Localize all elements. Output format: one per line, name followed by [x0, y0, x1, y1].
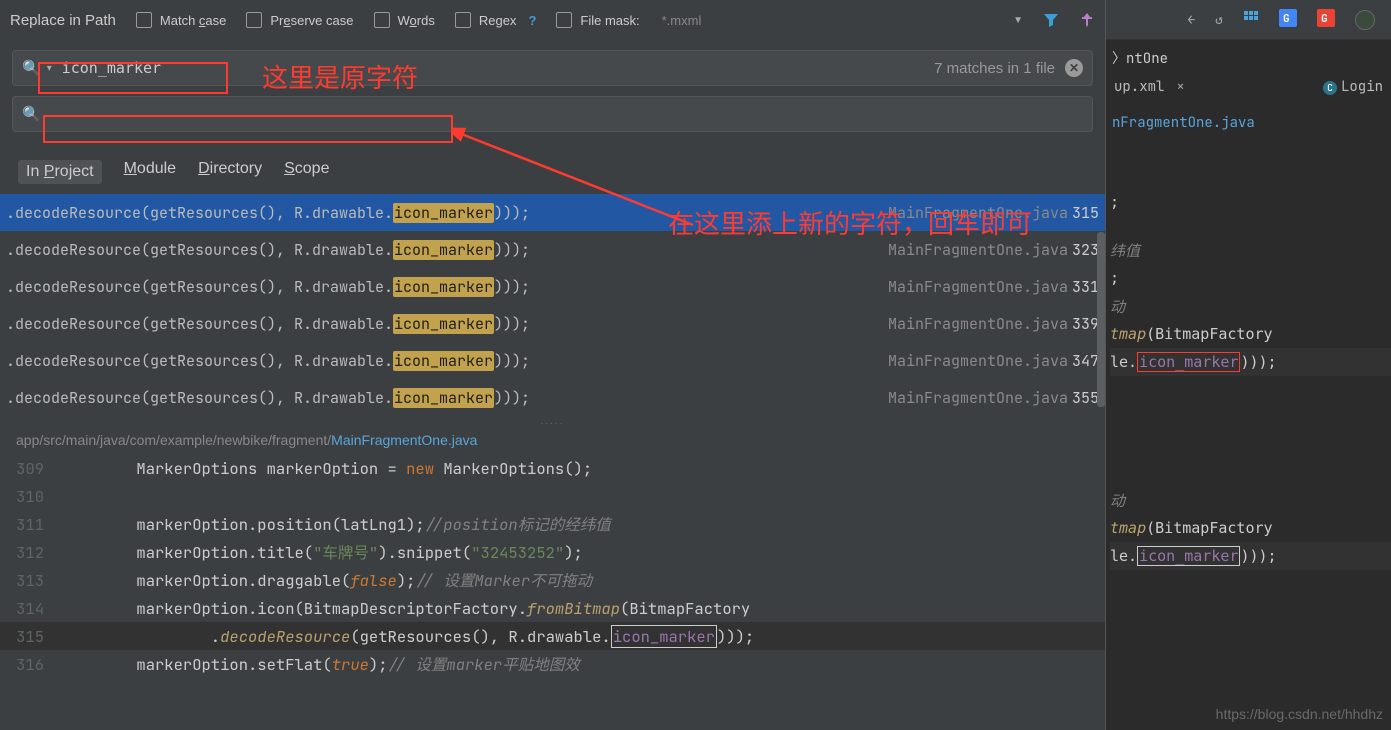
replace-dialog: Replace in Path Match case Preserve case… [0, 0, 1105, 730]
match-count: 7 matches in 1 file [934, 60, 1055, 77]
result-row[interactable]: .decodeResource(getResources(), R.drawab… [0, 194, 1105, 231]
result-row[interactable]: .decodeResource(getResources(), R.drawab… [0, 379, 1105, 416]
watermark: https://blog.csdn.net/hhdhz [1216, 706, 1383, 722]
history-icon[interactable]: ↺ [1215, 11, 1223, 28]
editor-tabs: up.xml × CLogin [1106, 72, 1391, 108]
svg-text:G: G [1283, 12, 1290, 26]
dialog-header: Replace in Path Match case Preserve case… [0, 0, 1105, 40]
result-row[interactable]: .decodeResource(getResources(), R.drawab… [0, 268, 1105, 305]
search-history-dropdown-icon[interactable]: ▾ [47, 63, 52, 74]
pin-icon[interactable] [1079, 12, 1095, 28]
file-mask-value[interactable]: *.mxml [662, 13, 702, 28]
regex-checkbox[interactable]: Regex [455, 12, 517, 28]
result-row[interactable]: .decodeResource(getResources(), R.drawab… [0, 231, 1105, 268]
scope-directory[interactable]: Directory [198, 160, 262, 184]
preview-editor[interactable]: 309 MarkerOptions markerOption = new Mar… [0, 454, 1105, 678]
result-row[interactable]: .decodeResource(getResources(), R.drawab… [0, 342, 1105, 379]
svg-text:G: G [1321, 12, 1328, 26]
background-editor: ← ↺ G G 〉ntOne up.xml × CLogin nFragment… [1105, 0, 1391, 730]
search-field-row: 🔍 ▾ 7 matches in 1 file ✕ [12, 50, 1093, 86]
close-tab-icon[interactable]: × [1176, 78, 1184, 96]
translate-icon-1[interactable]: G [1279, 9, 1297, 31]
back-icon[interactable]: ← [1187, 11, 1195, 28]
results-scrollbar[interactable] [1097, 232, 1105, 407]
replace-field-row: 🔍 [12, 96, 1093, 132]
dialog-title: Replace in Path [10, 12, 116, 29]
scope-tabs: In Project Module Directory Scope [0, 160, 1105, 194]
clear-search-icon[interactable]: ✕ [1065, 59, 1083, 77]
replace-icon: 🔍 [22, 105, 41, 123]
ide-toolbar: ← ↺ G G [1106, 0, 1391, 40]
grid-icon[interactable] [1243, 10, 1259, 30]
match-case-checkbox[interactable]: Match case [136, 12, 226, 28]
search-input[interactable] [62, 59, 924, 77]
words-checkbox[interactable]: Words [374, 12, 435, 28]
file-mask-dropdown-icon[interactable]: ▼ [1013, 15, 1023, 26]
tab-login[interactable]: CLogin [1323, 78, 1383, 96]
preserve-case-checkbox[interactable]: Preserve case [246, 12, 353, 28]
regex-help-icon[interactable]: ? [528, 13, 536, 28]
scope-scope[interactable]: Scope [284, 160, 329, 184]
results-list: .decodeResource(getResources(), R.drawab… [0, 194, 1105, 416]
scope-module[interactable]: Module [124, 160, 176, 184]
right-editor-code[interactable]: ; 纬值 ; 动 tmap(BitmapFactory le.icon_mark… [1106, 138, 1391, 570]
translate-icon-2[interactable]: G [1317, 9, 1335, 31]
avatar-icon[interactable] [1355, 10, 1375, 30]
right-file-path[interactable]: nFragmentOne.java [1106, 108, 1391, 138]
right-breadcrumb[interactable]: 〉ntOne [1106, 40, 1391, 72]
preview-breadcrumb: app/src/main/java/com/example/newbike/fr… [0, 426, 1105, 454]
file-mask-checkbox[interactable]: File mask: [556, 12, 639, 28]
tab-upxml[interactable]: up.xml [1114, 78, 1164, 96]
resize-handle[interactable]: ..... [0, 416, 1105, 426]
scope-in-project[interactable]: In Project [18, 160, 102, 184]
search-icon: 🔍 [22, 59, 41, 77]
filter-icon[interactable] [1043, 12, 1059, 28]
result-row[interactable]: .decodeResource(getResources(), R.drawab… [0, 305, 1105, 342]
replace-input[interactable] [51, 105, 1083, 123]
